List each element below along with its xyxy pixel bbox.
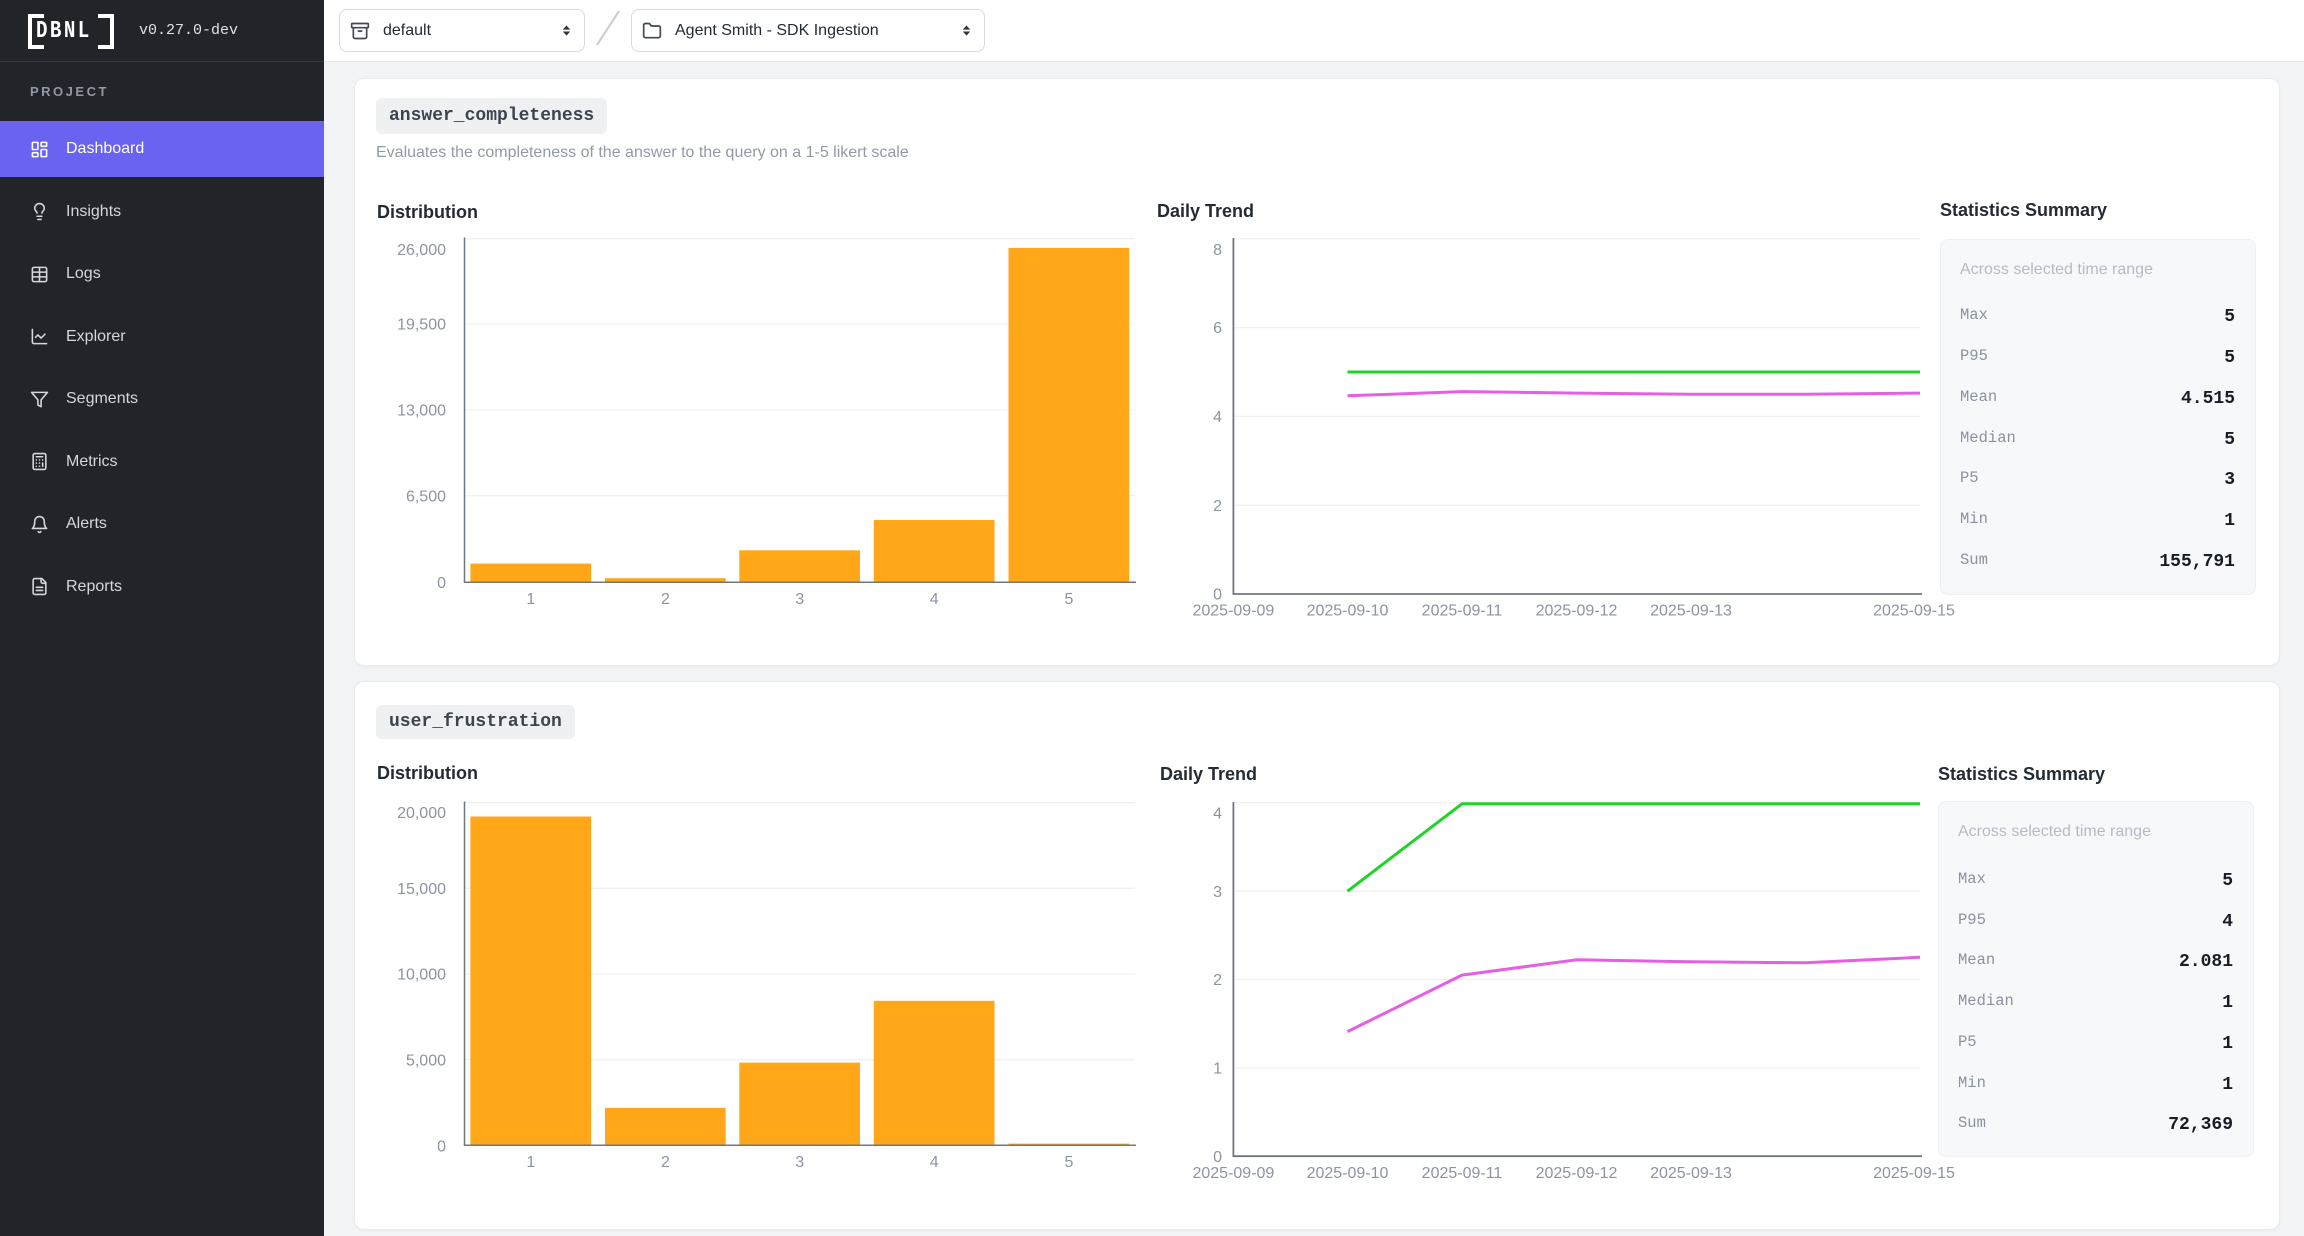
svg-text:13,000: 13,000 xyxy=(397,403,446,420)
svg-text:4: 4 xyxy=(1213,806,1222,823)
svg-text:1: 1 xyxy=(1213,1061,1222,1078)
svg-text:19,500: 19,500 xyxy=(397,317,446,334)
svg-text:2: 2 xyxy=(661,591,670,608)
svg-text:2: 2 xyxy=(1213,498,1222,515)
svg-text:5,000: 5,000 xyxy=(406,1052,446,1069)
svg-text:2025-09-11: 2025-09-11 xyxy=(1422,1165,1503,1182)
svg-text:2025-09-13: 2025-09-13 xyxy=(1650,1165,1732,1182)
svg-text:3: 3 xyxy=(1213,884,1222,901)
svg-text:6,500: 6,500 xyxy=(406,488,446,505)
svg-text:1: 1 xyxy=(526,591,535,608)
svg-text:4: 4 xyxy=(930,1154,939,1171)
svg-text:8: 8 xyxy=(1213,242,1222,259)
svg-text:6: 6 xyxy=(1213,320,1222,337)
svg-text:2025-09-11: 2025-09-11 xyxy=(1422,603,1503,620)
svg-text:2025-09-09: 2025-09-09 xyxy=(1192,603,1274,620)
svg-text:5: 5 xyxy=(1064,591,1073,608)
svg-text:2025-09-13: 2025-09-13 xyxy=(1650,603,1732,620)
svg-text:26,000: 26,000 xyxy=(397,242,446,259)
svg-text:0: 0 xyxy=(437,575,446,592)
svg-text:2025-09-09: 2025-09-09 xyxy=(1192,1165,1274,1182)
svg-text:15,000: 15,000 xyxy=(397,881,446,898)
svg-text:2: 2 xyxy=(1213,972,1222,989)
svg-text:20,000: 20,000 xyxy=(397,805,446,822)
svg-text:0: 0 xyxy=(1213,1149,1222,1166)
svg-text:4: 4 xyxy=(1213,409,1222,426)
svg-text:2025-09-12: 2025-09-12 xyxy=(1536,1165,1618,1182)
svg-text:0: 0 xyxy=(1213,587,1222,604)
svg-text:2025-09-12: 2025-09-12 xyxy=(1536,603,1618,620)
svg-text:2025-09-10: 2025-09-10 xyxy=(1307,1165,1389,1182)
svg-text:2025-09-15: 2025-09-15 xyxy=(1873,603,1955,620)
svg-text:10,000: 10,000 xyxy=(397,967,446,984)
svg-text:3: 3 xyxy=(795,1154,804,1171)
svg-text:3: 3 xyxy=(795,591,804,608)
svg-text:2025-09-10: 2025-09-10 xyxy=(1307,603,1389,620)
svg-text:4: 4 xyxy=(930,591,939,608)
svg-text:5: 5 xyxy=(1064,1154,1073,1171)
svg-text:0: 0 xyxy=(437,1139,446,1156)
svg-text:2025-09-15: 2025-09-15 xyxy=(1873,1165,1955,1182)
svg-text:2: 2 xyxy=(661,1154,670,1171)
svg-text:1: 1 xyxy=(526,1154,535,1171)
